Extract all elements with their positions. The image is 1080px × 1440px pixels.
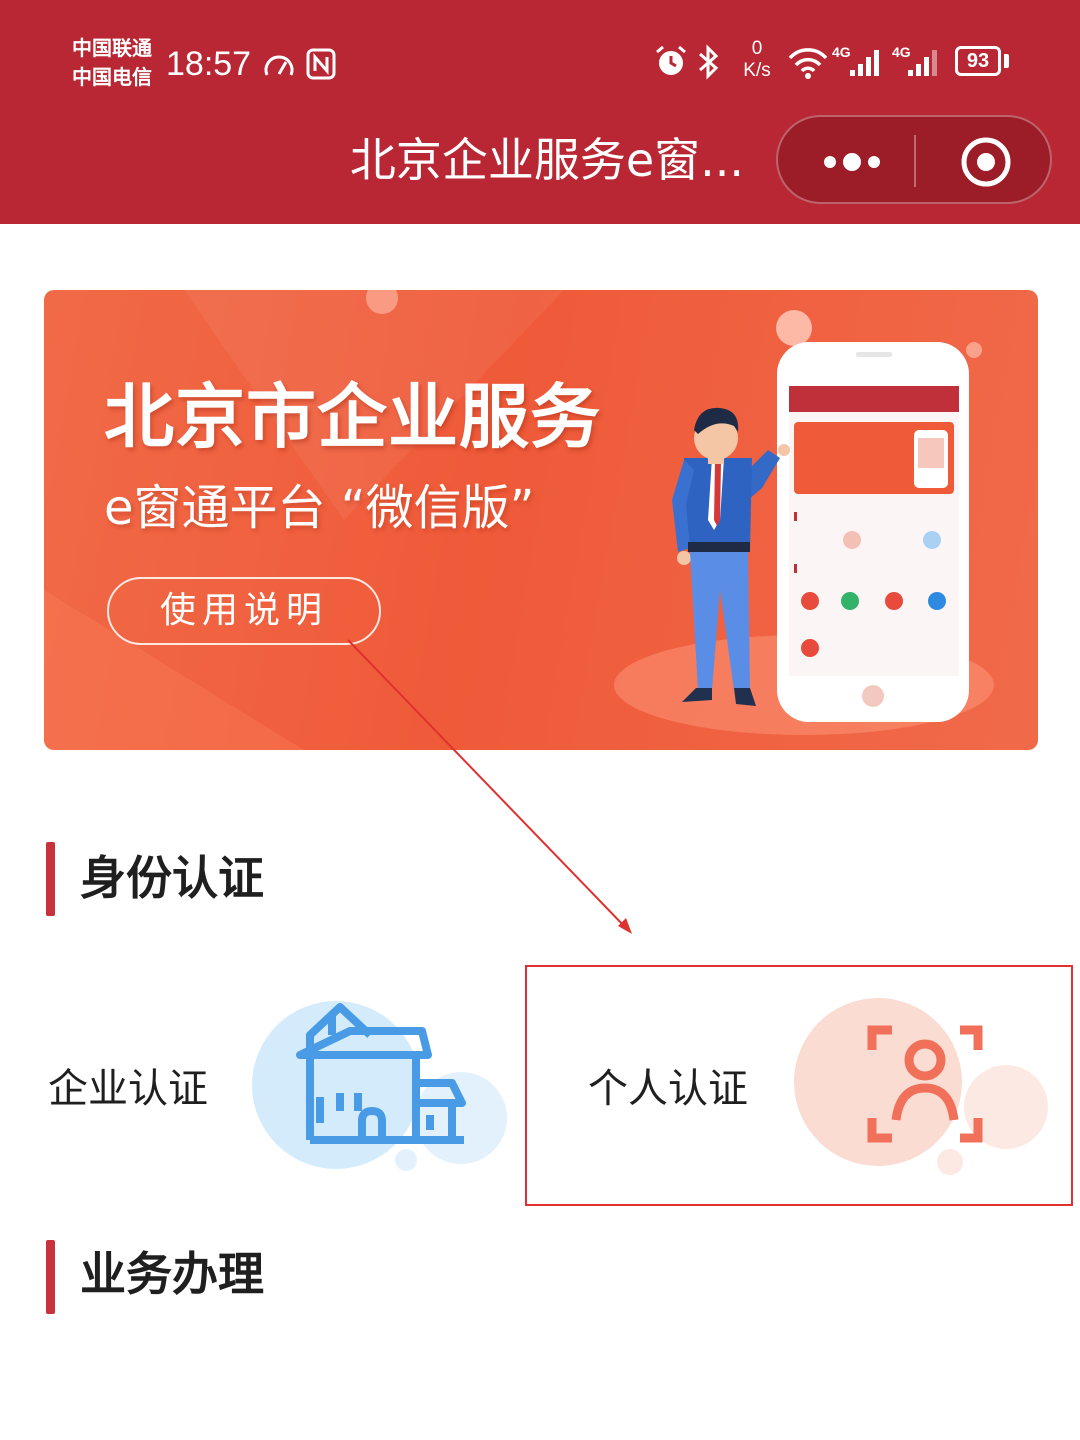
business-section-title: 业务办理	[80, 1247, 264, 1301]
annotation-overlay	[347, 639, 632, 934]
business-section-marker	[46, 1240, 55, 1314]
